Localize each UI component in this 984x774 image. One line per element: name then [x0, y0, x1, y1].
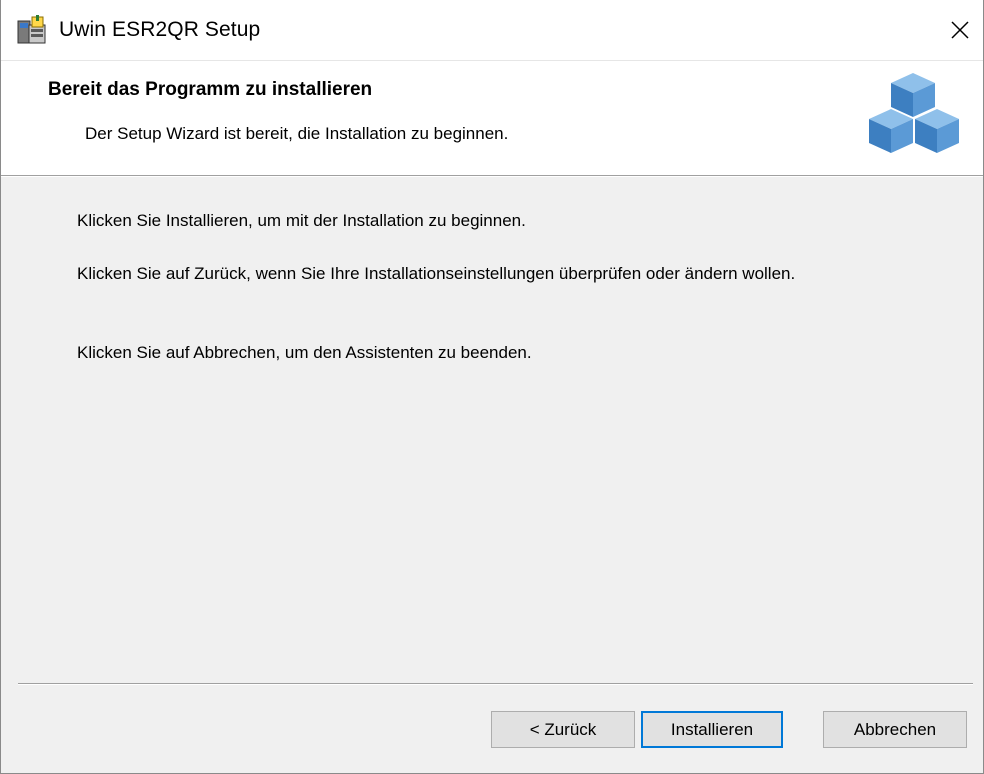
banner-title: Bereit das Programm zu installieren — [48, 79, 373, 100]
cancel-button[interactable]: Abbrechen — [823, 711, 967, 748]
instruction-cancel: Klicken Sie auf Abbrechen, um den Assist… — [77, 343, 532, 362]
banner-subtitle: Der Setup Wizard ist bereit, die Install… — [85, 124, 509, 143]
back-button[interactable]: < Zurück — [491, 711, 635, 748]
footer-divider-highlight — [18, 684, 973, 685]
close-icon — [951, 21, 969, 39]
instruction-back: Klicken Sie auf Zurück, wenn Sie Ihre In… — [77, 264, 796, 283]
install-button[interactable]: Installieren — [641, 711, 783, 748]
instruction-install: Klicken Sie Installieren, um mit der Ins… — [77, 211, 526, 230]
blue-cubes-icon — [869, 73, 959, 153]
setup-window: Uwin ESR2QR Setup Bereit das Programm zu… — [0, 0, 984, 774]
close-button[interactable] — [937, 0, 983, 60]
content-area: Klicken Sie Installieren, um mit der Ins… — [1, 177, 983, 684]
title-bar[interactable]: Uwin ESR2QR Setup — [1, 0, 983, 60]
installer-app-icon — [17, 15, 46, 44]
header-banner: Bereit das Programm zu installieren Der … — [1, 60, 983, 175]
window-title: Uwin ESR2QR Setup — [59, 18, 261, 41]
